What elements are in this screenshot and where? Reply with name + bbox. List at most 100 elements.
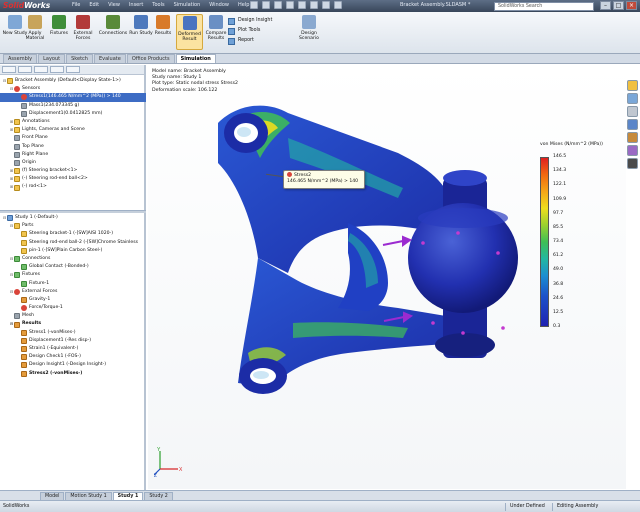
tab-motion-study-1[interactable]: Motion Study 1 bbox=[65, 492, 112, 500]
tree-bottom-item[interactable]: Mesh bbox=[0, 312, 146, 320]
print-icon[interactable] bbox=[286, 1, 294, 9]
tree-bottom-item[interactable]: Stress2 (-vonMises-) bbox=[0, 370, 146, 378]
design-scenario-button[interactable]: Design Scenario bbox=[294, 14, 324, 50]
appearances-icon[interactable] bbox=[627, 132, 638, 143]
tree-top-item[interactable]: ⊟ Sensors bbox=[0, 85, 146, 93]
open-icon[interactable] bbox=[262, 1, 270, 9]
tree-bottom-item[interactable]: pin-1 (-[SW]Plain Carbon Steel-) bbox=[0, 247, 146, 255]
tree-node-icon bbox=[21, 354, 27, 361]
compare-results-button[interactable]: Compare Results bbox=[203, 14, 229, 50]
tree-top-item[interactable]: ⊞ Lights, Cameras and Scene bbox=[0, 126, 146, 134]
display-tab-icon[interactable] bbox=[66, 66, 80, 73]
panel-splitter[interactable] bbox=[0, 210, 146, 213]
tab-layout[interactable]: Layout bbox=[38, 54, 66, 63]
tree-bottom-item[interactable]: ⊟ Fixtures bbox=[0, 271, 146, 279]
rebuild-icon[interactable] bbox=[322, 1, 330, 9]
menu-tools[interactable]: Tools bbox=[152, 2, 164, 8]
tab-office-products[interactable]: Office Products bbox=[126, 54, 175, 63]
tree-bottom-item[interactable]: ⊟ Connections bbox=[0, 255, 146, 263]
tree-top-item[interactable]: ⊞ Annotations bbox=[0, 118, 146, 126]
tree-top-item[interactable]: Stress1(146.465 N/mm^2 (MPa)) > 140 bbox=[0, 93, 146, 102]
tree-top-item[interactable]: ⊞ (f) Steering bracket<1> bbox=[0, 167, 146, 175]
custom-properties-icon[interactable] bbox=[627, 145, 638, 156]
tab-study-2[interactable]: Study 2 bbox=[144, 492, 173, 500]
undo-icon[interactable] bbox=[298, 1, 306, 9]
configuration-tab-icon[interactable] bbox=[34, 66, 48, 73]
tab-study-1[interactable]: Study 1 bbox=[112, 492, 144, 500]
tree-top-item[interactable]: Front Plane bbox=[0, 134, 146, 142]
solidworks-forum-icon[interactable] bbox=[627, 158, 638, 169]
property-tab-icon[interactable] bbox=[18, 66, 32, 73]
stress-plot-model[interactable] bbox=[198, 83, 578, 413]
design-library-icon[interactable] bbox=[627, 93, 638, 104]
tree-bottom-item[interactable]: Global Contact (-Bonded-) bbox=[0, 263, 146, 271]
search-input[interactable]: SolidWorks Search bbox=[494, 1, 594, 11]
tree-bottom-item[interactable]: Force/Torque-1 bbox=[0, 304, 146, 312]
tree-bottom-item[interactable]: Design Check1 (-FOS-) bbox=[0, 353, 146, 361]
axis-triad[interactable]: Y X Z bbox=[154, 447, 184, 477]
deformed-result-button[interactable]: Deformed Result bbox=[176, 14, 203, 50]
file-explorer-icon[interactable] bbox=[627, 106, 638, 117]
feature-tree: ⊟ Bracket Assembly (Default<Display State… bbox=[0, 77, 146, 192]
tree-top-item[interactable]: Right Plane bbox=[0, 151, 146, 159]
minimize-icon[interactable]: – bbox=[600, 1, 611, 10]
maximize-icon[interactable]: □ bbox=[613, 1, 624, 10]
design-insight-button[interactable]: Design Insight bbox=[228, 16, 272, 26]
legend-tick-label: 146.5 bbox=[553, 154, 567, 159]
tree-bottom-item[interactable]: Fixture-1 bbox=[0, 280, 146, 288]
tree-top-item[interactable]: Displacement1(0.0412825 mm) bbox=[0, 110, 146, 118]
plot-tools-button[interactable]: Plot Tools bbox=[228, 26, 272, 36]
menu-insert[interactable]: Insert bbox=[129, 2, 143, 8]
tab-sketch[interactable]: Sketch bbox=[66, 54, 93, 63]
stress-legend-bar[interactable] bbox=[540, 157, 549, 327]
tree-bottom-item[interactable]: Stress1 (-vonMises-) bbox=[0, 329, 146, 337]
resources-icon[interactable] bbox=[627, 80, 638, 91]
tab-simulation[interactable]: Simulation bbox=[175, 54, 216, 63]
tree-node-icon bbox=[14, 288, 20, 295]
options-icon[interactable] bbox=[334, 1, 342, 9]
app-logo[interactable]: SolidWorks bbox=[3, 1, 50, 10]
menu-edit[interactable]: Edit bbox=[89, 2, 99, 8]
menu-window[interactable]: Window bbox=[209, 2, 229, 8]
tab-assembly[interactable]: Assembly bbox=[3, 54, 38, 63]
feature-tree-tab-icon[interactable] bbox=[2, 66, 16, 73]
menu-file[interactable]: File bbox=[72, 2, 80, 8]
tree-bottom-item[interactable]: Strain1 (-Equivalent-) bbox=[0, 345, 146, 353]
view-palette-icon[interactable] bbox=[627, 119, 638, 130]
tab-evaluate[interactable]: Evaluate bbox=[93, 54, 126, 63]
new-icon[interactable] bbox=[250, 1, 258, 9]
graphics-viewport[interactable]: Model name: Bracket Assembly Study name:… bbox=[148, 65, 626, 489]
tree-bottom-item[interactable]: ⊟ Results bbox=[0, 320, 146, 328]
select-icon[interactable] bbox=[310, 1, 318, 9]
save-icon[interactable] bbox=[274, 1, 282, 9]
results-button[interactable]: Results bbox=[150, 14, 176, 50]
tree-top-item[interactable]: ⊟ Bracket Assembly (Default<Display State… bbox=[0, 77, 146, 85]
tree-bottom-item[interactable]: Design Insight1 (-Design Insight-) bbox=[0, 361, 146, 369]
tree-top-item[interactable]: Top Plane bbox=[0, 143, 146, 151]
fixtures-button[interactable]: Fixtures bbox=[46, 14, 72, 50]
external-forces-button[interactable]: External Forces bbox=[70, 14, 96, 50]
tree-node-icon bbox=[14, 256, 20, 263]
tree-bottom-item[interactable]: Gravity-1 bbox=[0, 296, 146, 304]
tree-bottom-item[interactable]: Steering bracket-1 (-[SW]AISI 1020-) bbox=[0, 230, 146, 238]
menu-view[interactable]: View bbox=[108, 2, 120, 8]
apply-material-button[interactable]: Apply Material bbox=[22, 14, 48, 50]
tree-bottom-item[interactable]: Displacement1 (-Res disp-) bbox=[0, 337, 146, 345]
tree-top-item[interactable]: ⊞ (-) rod<1> bbox=[0, 183, 146, 191]
tree-item-label: Annotations bbox=[22, 118, 50, 124]
tree-top-item[interactable]: Mass1(234.073345 g) bbox=[0, 102, 146, 110]
tree-bottom-item[interactable]: ⊟ Study 1 (-Default-) bbox=[0, 214, 146, 222]
close-icon[interactable]: × bbox=[626, 1, 637, 10]
tree-top-item[interactable]: Origin bbox=[0, 159, 146, 167]
tab-model[interactable]: Model bbox=[40, 492, 65, 500]
tree-bottom-item[interactable]: ⊟ Parts bbox=[0, 222, 146, 230]
tree-node-icon bbox=[21, 362, 27, 369]
tree-bottom-item[interactable]: ⊟ External Forces bbox=[0, 288, 146, 296]
connections-button[interactable]: Connections bbox=[98, 14, 128, 50]
menu-simulation[interactable]: Simulation bbox=[174, 2, 201, 8]
tree-bottom-item[interactable]: Steering rod-end ball-2 (-[SW]Chrome Sta… bbox=[0, 239, 146, 247]
dim-xpert-tab-icon[interactable] bbox=[50, 66, 64, 73]
menu-help[interactable]: Help bbox=[238, 2, 249, 8]
report-button[interactable]: Report bbox=[228, 36, 272, 46]
tree-top-item[interactable]: ⊞ (-) Steering rod-end ball<2> bbox=[0, 175, 146, 183]
